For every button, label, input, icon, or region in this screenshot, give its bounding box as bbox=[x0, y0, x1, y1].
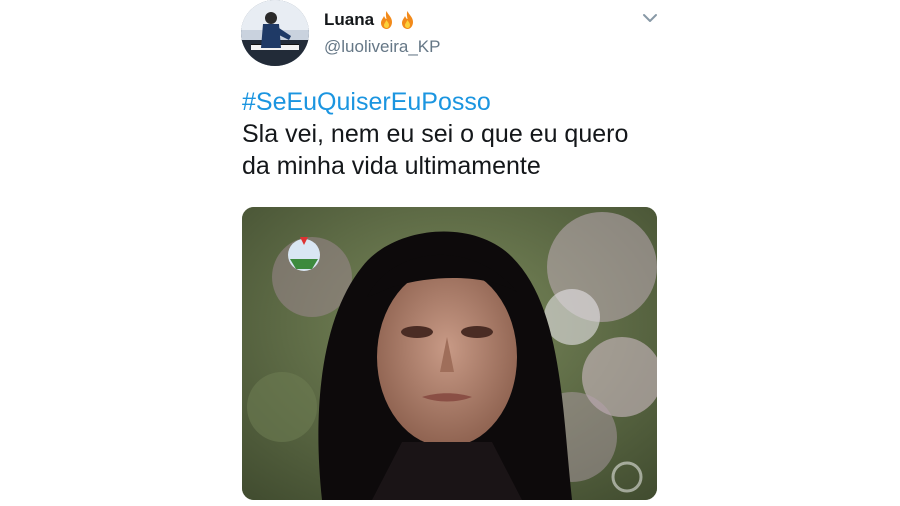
name-row: Luana bbox=[324, 10, 416, 30]
display-name[interactable]: Luana bbox=[324, 10, 374, 30]
tweet-text-line: da minha vida ultimamente bbox=[242, 152, 541, 180]
flame-icon bbox=[381, 11, 393, 29]
tweet-card: Luana @luoliveira_KP #SeEuQuiserEuPosso … bbox=[0, 0, 900, 506]
hashtag-link[interactable]: #SeEuQuiserEuPosso bbox=[242, 86, 682, 118]
tweet-text-line: Sla vei, nem eu sei o que eu quero bbox=[242, 120, 629, 148]
meme-photo bbox=[242, 207, 657, 500]
tweet-media-image[interactable] bbox=[242, 207, 657, 500]
avatar[interactable] bbox=[241, 0, 309, 66]
user-handle[interactable]: @luoliveira_KP bbox=[324, 37, 440, 57]
flame-icon bbox=[402, 11, 414, 29]
avatar-image bbox=[241, 0, 309, 66]
chevron-down-icon[interactable] bbox=[640, 8, 660, 28]
tweet-text: #SeEuQuiserEuPosso Sla vei, nem eu sei o… bbox=[242, 86, 682, 182]
